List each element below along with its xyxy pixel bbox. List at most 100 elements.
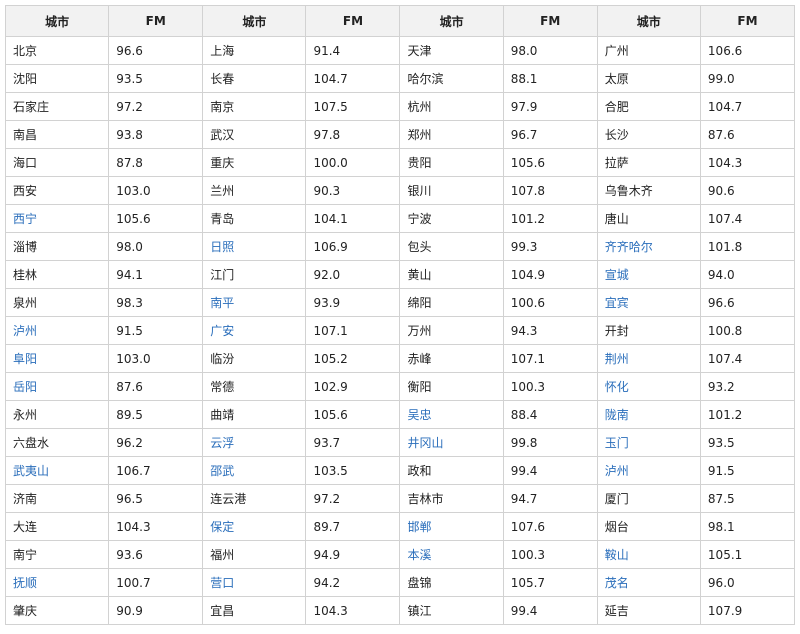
fm-frequency-cell: 107.4 bbox=[699, 344, 796, 373]
table-row: 肇庆 90.9 宜昌 104.3 镇江 99.4 延吉 107.9 bbox=[4, 596, 796, 625]
fm-frequency-cell: 107.9 bbox=[699, 596, 796, 625]
city-cell: 赤峰 bbox=[399, 344, 504, 373]
city-link[interactable]: 泸州 bbox=[596, 456, 701, 485]
city-cell: 连云港 bbox=[202, 484, 307, 513]
fm-frequency-cell: 93.2 bbox=[699, 372, 796, 401]
fm-frequency-cell: 100.7 bbox=[108, 568, 204, 597]
fm-frequency-cell: 94.9 bbox=[305, 540, 401, 569]
city-link[interactable]: 怀化 bbox=[596, 372, 701, 401]
city-link[interactable]: 保定 bbox=[202, 512, 307, 541]
fm-frequency-cell: 104.9 bbox=[502, 260, 598, 289]
city-link[interactable]: 邵武 bbox=[202, 456, 307, 485]
city-link[interactable]: 西宁 bbox=[4, 204, 110, 233]
city-link[interactable]: 日照 bbox=[202, 232, 307, 261]
fm-frequency-cell: 94.0 bbox=[699, 260, 796, 289]
fm-frequency-cell: 94.2 bbox=[305, 568, 401, 597]
city-link[interactable]: 本溪 bbox=[399, 540, 504, 569]
fm-frequency-cell: 100.6 bbox=[502, 288, 598, 317]
city-cell: 包头 bbox=[399, 232, 504, 261]
fm-frequency-cell: 90.3 bbox=[305, 176, 401, 205]
city-link[interactable]: 茂名 bbox=[596, 568, 701, 597]
city-cell: 宁波 bbox=[399, 204, 504, 233]
city-cell: 郑州 bbox=[399, 120, 504, 149]
fm-frequency-cell: 93.5 bbox=[699, 428, 796, 457]
city-link[interactable]: 荆州 bbox=[596, 344, 701, 373]
fm-frequency-cell: 89.5 bbox=[108, 400, 204, 429]
city-cell: 南京 bbox=[202, 92, 307, 121]
city-link[interactable]: 齐齐哈尔 bbox=[596, 232, 701, 261]
table-row: 武夷山 106.7 邵武 103.5 政和 99.4 泸州 91.5 bbox=[4, 456, 796, 485]
header-fm: FM bbox=[305, 5, 401, 37]
fm-frequency-cell: 90.9 bbox=[108, 596, 204, 625]
city-cell: 肇庆 bbox=[4, 596, 110, 625]
city-link[interactable]: 岳阳 bbox=[4, 372, 110, 401]
city-link[interactable]: 宣城 bbox=[596, 260, 701, 289]
fm-frequency-cell: 105.6 bbox=[502, 148, 598, 177]
city-link[interactable]: 泸州 bbox=[4, 316, 110, 345]
city-cell: 广州 bbox=[596, 36, 701, 65]
city-cell: 江门 bbox=[202, 260, 307, 289]
city-cell: 济南 bbox=[4, 484, 110, 513]
city-cell: 厦门 bbox=[596, 484, 701, 513]
fm-frequency-cell: 93.8 bbox=[108, 120, 204, 149]
fm-frequency-cell: 89.7 bbox=[305, 512, 401, 541]
fm-frequency-cell: 87.6 bbox=[108, 372, 204, 401]
city-link[interactable]: 鞍山 bbox=[596, 540, 701, 569]
city-link[interactable]: 广安 bbox=[202, 316, 307, 345]
fm-frequency-cell: 92.0 bbox=[305, 260, 401, 289]
table-row: 沈阳 93.5 长春 104.7 哈尔滨 88.1 太原 99.0 bbox=[4, 64, 796, 93]
city-cell: 南宁 bbox=[4, 540, 110, 569]
city-link[interactable]: 南平 bbox=[202, 288, 307, 317]
city-cell: 唐山 bbox=[596, 204, 701, 233]
fm-frequency-cell: 107.8 bbox=[502, 176, 598, 205]
fm-frequency-cell: 98.0 bbox=[502, 36, 598, 65]
city-cell: 长沙 bbox=[596, 120, 701, 149]
fm-frequency-cell: 99.4 bbox=[502, 456, 598, 485]
fm-frequency-cell: 97.2 bbox=[305, 484, 401, 513]
city-cell: 贵阳 bbox=[399, 148, 504, 177]
city-link[interactable]: 邯郸 bbox=[399, 512, 504, 541]
fm-frequency-cell: 87.8 bbox=[108, 148, 204, 177]
fm-frequency-cell: 107.1 bbox=[502, 344, 598, 373]
city-cell: 杭州 bbox=[399, 92, 504, 121]
city-cell: 六盘水 bbox=[4, 428, 110, 457]
city-cell: 拉萨 bbox=[596, 148, 701, 177]
city-cell: 大连 bbox=[4, 512, 110, 541]
table-row: 抚顺 100.7 营口 94.2 盘锦 105.7 茂名 96.0 bbox=[4, 568, 796, 597]
fm-frequency-cell: 102.9 bbox=[305, 372, 401, 401]
table-row: 六盘水 96.2 云浮 93.7 井冈山 99.8 玉门 93.5 bbox=[4, 428, 796, 457]
city-link[interactable]: 宜宾 bbox=[596, 288, 701, 317]
table-row: 泉州 98.3 南平 93.9 绵阳 100.6 宜宾 96.6 bbox=[4, 288, 796, 317]
fm-frequency-cell: 94.1 bbox=[108, 260, 204, 289]
header-fm: FM bbox=[108, 5, 204, 37]
table-row: 济南 96.5 连云港 97.2 吉林市 94.7 厦门 87.5 bbox=[4, 484, 796, 513]
city-link[interactable]: 云浮 bbox=[202, 428, 307, 457]
table-row: 桂林 94.1 江门 92.0 黄山 104.9 宣城 94.0 bbox=[4, 260, 796, 289]
city-link[interactable]: 井冈山 bbox=[399, 428, 504, 457]
table-row: 西安 103.0 兰州 90.3 银川 107.8 乌鲁木齐 90.6 bbox=[4, 176, 796, 205]
city-link[interactable]: 吴忠 bbox=[399, 400, 504, 429]
city-link[interactable]: 玉门 bbox=[596, 428, 701, 457]
fm-frequency-cell: 87.5 bbox=[699, 484, 796, 513]
table-row: 永州 89.5 曲靖 105.6 吴忠 88.4 陇南 101.2 bbox=[4, 400, 796, 429]
fm-frequency-cell: 103.0 bbox=[108, 176, 204, 205]
city-link[interactable]: 营口 bbox=[202, 568, 307, 597]
city-link[interactable]: 阜阳 bbox=[4, 344, 110, 373]
fm-frequency-cell: 104.3 bbox=[108, 512, 204, 541]
city-link[interactable]: 抚顺 bbox=[4, 568, 110, 597]
fm-frequency-cell: 99.8 bbox=[502, 428, 598, 457]
city-link[interactable]: 陇南 bbox=[596, 400, 701, 429]
fm-frequency-cell: 96.6 bbox=[699, 288, 796, 317]
city-link[interactable]: 武夷山 bbox=[4, 456, 110, 485]
city-cell: 太原 bbox=[596, 64, 701, 93]
table-row: 西宁 105.6 青岛 104.1 宁波 101.2 唐山 107.4 bbox=[4, 204, 796, 233]
fm-frequency-cell: 98.0 bbox=[108, 232, 204, 261]
fm-frequency-cell: 105.1 bbox=[699, 540, 796, 569]
table-row: 阜阳 103.0 临汾 105.2 赤峰 107.1 荆州 107.4 bbox=[4, 344, 796, 373]
fm-frequency-cell: 94.7 bbox=[502, 484, 598, 513]
city-cell: 盘锦 bbox=[399, 568, 504, 597]
city-cell: 开封 bbox=[596, 316, 701, 345]
fm-frequency-cell: 107.6 bbox=[502, 512, 598, 541]
city-cell: 长春 bbox=[202, 64, 307, 93]
fm-frequency-cell: 91.5 bbox=[699, 456, 796, 485]
